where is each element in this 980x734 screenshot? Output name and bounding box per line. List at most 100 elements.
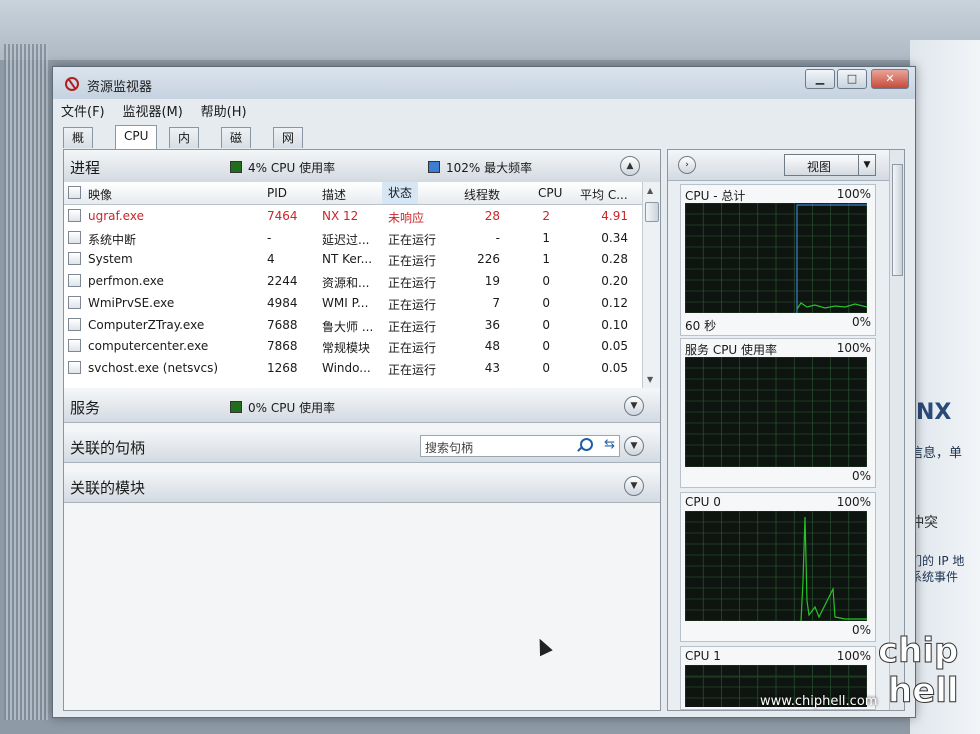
graph-plot	[685, 203, 867, 313]
process-threads: -	[495, 230, 500, 245]
graph-max-label: 100%	[836, 649, 871, 663]
process-cpu: 0	[542, 295, 550, 310]
resource-monitor-window: 资源监视器 ▁ □ ✕ 文件(F) 监视器(M) 帮助(H) 概述 CPU 内存…	[52, 66, 916, 718]
background-text: 们的 IP 地	[910, 554, 965, 568]
graph-min-label: 0%	[851, 315, 871, 329]
process-average-cpu: 0.12	[601, 295, 628, 310]
search-icon[interactable]	[580, 438, 593, 451]
process-description: 延迟过...	[322, 232, 370, 247]
select-all-checkbox[interactable]	[68, 186, 81, 199]
processes-header[interactable]: 进程 4% CPU 使用率 102% 最大频率 ▲	[64, 150, 660, 183]
process-average-cpu: 4.91	[601, 209, 628, 223]
process-description: 鲁大师 ...	[322, 319, 374, 334]
menu-monitor[interactable]: 监视器(M)	[122, 105, 182, 120]
table-row[interactable]: ugraf.exe 7464 NX 12 未响应 28 2 4.91	[64, 206, 642, 228]
close-button[interactable]: ✕	[871, 69, 909, 89]
tab-overview[interactable]: 概述	[63, 127, 94, 165]
refresh-icon[interactable]: ⇆	[604, 437, 615, 452]
process-status: 正在运行	[388, 297, 437, 312]
process-average-cpu: 0.34	[601, 230, 628, 245]
row-checkbox[interactable]	[68, 252, 81, 266]
column-pid[interactable]: PID	[267, 186, 287, 200]
handles-header[interactable]: 关联的句柄 搜索句柄 ⇆ ▼	[64, 430, 660, 463]
scroll-down-arrow-icon[interactable]: ▼	[647, 375, 653, 384]
expand-chevron-down-icon[interactable]: ▼	[624, 436, 644, 456]
process-name: System	[88, 252, 133, 267]
row-checkbox[interactable]	[68, 230, 81, 244]
tab-memory[interactable]: 内存	[169, 127, 200, 165]
row-checkbox[interactable]	[68, 339, 81, 353]
graph-max-label: 100%	[836, 495, 871, 509]
watermark: www.chiphell.com	[760, 694, 878, 709]
process-pid: 7464	[267, 209, 298, 223]
maximize-button[interactable]: □	[837, 69, 867, 89]
collapse-pane-chevron-icon[interactable]: ›	[678, 156, 696, 174]
process-status: 未响应	[388, 211, 425, 225]
column-threads[interactable]: 线程数	[464, 186, 500, 203]
column-image[interactable]: 映像	[88, 186, 112, 203]
processes-cpu-usage: 4% CPU 使用率	[230, 159, 335, 176]
graph-plot	[685, 511, 867, 621]
process-description: 常规模块	[322, 341, 371, 356]
process-cpu: 2	[542, 209, 550, 223]
minimize-button[interactable]: ▁	[805, 69, 835, 89]
processes-scrollbar[interactable]: ▲ ▼	[642, 182, 660, 388]
expand-chevron-down-icon[interactable]: ▼	[624, 476, 644, 496]
collapse-chevron-up-icon[interactable]: ▲	[620, 156, 640, 176]
table-row[interactable]: computercenter.exe 7868 常规模块 正在运行 48 0 0.05	[64, 336, 642, 358]
column-cpu[interactable]: CPU	[538, 186, 562, 200]
process-name: svchost.exe (netsvcs)	[88, 360, 219, 375]
process-pid: 1268	[267, 360, 298, 375]
modules-title: 关联的模块	[70, 479, 146, 497]
process-name: computercenter.exe	[88, 339, 209, 354]
graph-timespan-label: 60 秒	[685, 319, 717, 333]
graph-title: 服务 CPU 使用率	[685, 343, 778, 357]
process-status: 正在运行	[388, 232, 437, 247]
row-checkbox[interactable]	[68, 360, 81, 374]
title-bar[interactable]: 资源监视器 ▁ □ ✕	[53, 67, 915, 99]
column-description[interactable]: 描述	[322, 186, 346, 203]
process-pid: 2244	[267, 274, 298, 289]
modules-header[interactable]: 关联的模块 ▼	[64, 470, 660, 503]
process-status: 正在运行	[388, 254, 437, 269]
table-row[interactable]: 系统中断 - 延迟过... 正在运行 - 1 0.34	[64, 228, 642, 250]
menu-help[interactable]: 帮助(H)	[201, 105, 247, 120]
dropdown-arrow-icon[interactable]: ▼	[858, 155, 875, 175]
menu-file[interactable]: 文件(F)	[61, 105, 105, 120]
table-row[interactable]: WmiPrvSE.exe 4984 WMI P... 正在运行 7 0 0.12	[64, 293, 642, 315]
process-threads: 28	[484, 209, 500, 223]
scroll-up-arrow-icon[interactable]: ▲	[647, 186, 653, 195]
process-cpu: 0	[542, 317, 550, 332]
process-threads: 226	[477, 252, 500, 267]
process-pid: -	[267, 230, 272, 245]
row-checkbox[interactable]	[68, 295, 81, 309]
search-handles-input[interactable]: 搜索句柄 ⇆	[420, 435, 620, 457]
tab-network[interactable]: 网络	[273, 127, 304, 165]
column-status[interactable]: 状态	[382, 182, 419, 204]
process-description: 资源和...	[322, 276, 370, 291]
expand-chevron-down-icon[interactable]: ▼	[624, 396, 644, 416]
column-average-cpu[interactable]: 平均 C...	[580, 186, 628, 203]
table-row[interactable]: System 4 NT Ker... 正在运行 226 1 0.28	[64, 249, 642, 271]
process-average-cpu: 0.10	[601, 317, 628, 332]
table-row[interactable]: ComputerZTray.exe 7688 鲁大师 ... 正在运行 36 0 0.10	[64, 315, 642, 337]
table-row[interactable]: svchost.exe (netsvcs) 1268 Windo... 正在运行 43 0…	[64, 358, 642, 380]
view-dropdown-button[interactable]: 视图 ▼	[784, 154, 876, 176]
stacked-windows-edge	[4, 44, 48, 720]
process-average-cpu: 0.20	[601, 274, 628, 289]
process-name: WmiPrvSE.exe	[88, 295, 175, 310]
row-checkbox[interactable]	[68, 209, 81, 222]
graph-max-label: 100%	[836, 187, 871, 201]
row-checkbox[interactable]	[68, 274, 81, 288]
tab-cpu[interactable]: CPU	[115, 125, 158, 149]
process-status: 正在运行	[388, 276, 437, 291]
tab-disk[interactable]: 磁盘	[221, 127, 252, 165]
scrollbar-thumb[interactable]	[645, 202, 659, 222]
table-row[interactable]: perfmon.exe 2244 资源和... 正在运行 19 0 0.20	[64, 271, 642, 293]
scrollbar-thumb[interactable]	[892, 164, 903, 276]
row-checkbox[interactable]	[68, 317, 81, 331]
services-header[interactable]: 服务 0% CPU 使用率 ▼	[64, 390, 660, 423]
process-name: ComputerZTray.exe	[88, 317, 205, 332]
process-status: 正在运行	[388, 362, 437, 377]
resource-monitor-icon	[65, 77, 79, 91]
